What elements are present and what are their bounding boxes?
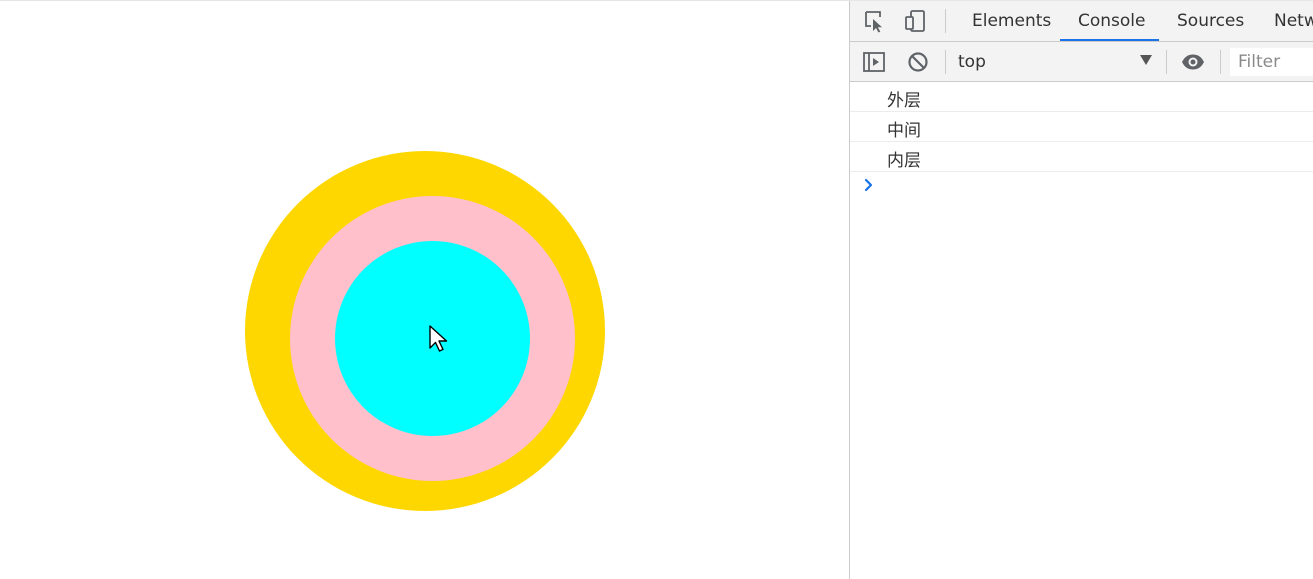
console-message-text: 外层 [887,91,921,111]
tab-console[interactable]: Console [1078,1,1146,41]
page-viewport [0,1,849,579]
tab-sources[interactable]: Sources [1177,1,1244,41]
toolbar-divider [945,50,946,74]
prompt-chevron-icon [864,178,873,192]
console-output: 外层 中间 内层 [850,82,1313,579]
console-message-text: 中间 [887,121,921,141]
console-message: 中间 [850,112,1313,142]
sidebar-toggle-icon[interactable] [862,50,886,74]
console-prompt[interactable] [850,172,1313,202]
mouse-cursor-icon [429,325,448,352]
toolbar-divider [945,9,946,33]
devtools-tabbar: Elements Console Sources Network [850,1,1313,42]
device-toolbar-icon[interactable] [903,9,927,33]
screen: Elements Console Sources Network top [0,0,1313,579]
console-message-text: 内层 [887,151,921,171]
live-expression-eye-icon[interactable] [1181,50,1205,74]
toolbar-divider [1166,50,1167,74]
toolbar-divider [1220,50,1221,74]
tab-network[interactable]: Network [1274,1,1313,41]
devtools-panel: Elements Console Sources Network top [849,1,1313,579]
inspect-element-icon[interactable] [863,9,887,33]
console-message: 内层 [850,142,1313,172]
context-selector[interactable]: top [958,48,1158,76]
active-tab-indicator [1060,39,1159,41]
console-toolbar: top [850,42,1313,82]
filter-input[interactable] [1230,48,1313,76]
clear-console-icon[interactable] [906,50,930,74]
tab-elements[interactable]: Elements [972,1,1051,41]
console-message: 外层 [850,82,1313,112]
chevron-down-icon[interactable] [1140,55,1152,65]
